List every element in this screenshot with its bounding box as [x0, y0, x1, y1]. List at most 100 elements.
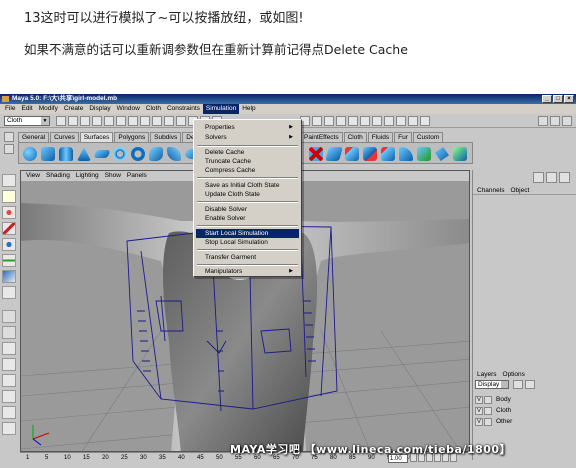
layer-name[interactable]: Other [494, 418, 575, 425]
save-scene-icon[interactable] [80, 116, 90, 126]
move-tool-icon[interactable] [2, 222, 16, 235]
tab-cloth[interactable]: Cloth [343, 132, 367, 142]
select-hierarchy-icon[interactable] [92, 116, 102, 126]
snap-view-icon[interactable] [336, 116, 346, 126]
shelf-editor-icon[interactable] [4, 144, 14, 154]
tool-settings-icon[interactable] [550, 116, 560, 126]
nurbs-plane-icon[interactable] [93, 150, 111, 158]
quick-select-icon[interactable] [408, 116, 418, 126]
channel-box-icon[interactable] [562, 116, 572, 126]
menu-edit[interactable]: Edit [18, 104, 35, 114]
mask-surfaces-icon[interactable] [164, 116, 174, 126]
layer-visibility-toggle[interactable]: V [475, 395, 483, 404]
channel-box-toggle-icon[interactable] [533, 172, 544, 183]
tab-subdivs[interactable]: Subdivs [150, 132, 182, 142]
menu-item-stop-local-simulation[interactable]: Stop Local Simulation [196, 238, 299, 247]
nurbs-cone-icon[interactable] [77, 147, 91, 161]
nurbs-cylinder-icon[interactable] [59, 147, 73, 161]
mask-joints-icon[interactable] [140, 116, 150, 126]
menu-create[interactable]: Create [61, 104, 87, 114]
menu-item-update-cloth-state[interactable]: Update Cloth State [196, 190, 299, 199]
last-tool-icon[interactable] [2, 286, 16, 299]
menu-window[interactable]: Window [114, 104, 143, 114]
tab-polygons[interactable]: Polygons [114, 132, 150, 142]
menu-item-delete-cache[interactable]: Delete Cache [196, 148, 299, 157]
layout-icon-b[interactable] [2, 358, 16, 371]
tab-painteffects[interactable]: PaintEffects [300, 132, 343, 142]
layout-icon-a[interactable] [2, 342, 16, 355]
new-layer-icon[interactable] [513, 380, 523, 389]
menu-cloth[interactable]: Cloth [143, 104, 164, 114]
tab-fur[interactable]: Fur [394, 132, 412, 142]
panel-menu-panels[interactable]: Panels [124, 171, 150, 181]
detach-surfaces-icon[interactable] [399, 147, 413, 161]
surface-trim-icon[interactable] [325, 147, 343, 161]
panel-options-icon[interactable] [559, 172, 570, 183]
close-icon[interactable]: × [564, 95, 574, 103]
delete-history-icon[interactable] [309, 147, 323, 161]
history-icon[interactable] [348, 116, 358, 126]
menu-item-compress-cache[interactable]: Compress Cache [196, 166, 299, 175]
channel-box-tab-object[interactable]: Object [510, 186, 529, 194]
panel-menu-view[interactable]: View [23, 171, 43, 181]
render-globals-icon[interactable] [384, 116, 394, 126]
menu-item-disable-solver[interactable]: Disable Solver [196, 205, 299, 214]
layer-display-select[interactable]: Display [475, 380, 509, 389]
menu-item-solvers[interactable]: Solvers ▶ [196, 133, 299, 142]
revolve-icon[interactable] [149, 147, 163, 161]
boolean-icon[interactable] [363, 147, 377, 161]
layout-icon-d[interactable] [2, 390, 16, 403]
paint-select-tool-icon[interactable] [2, 206, 16, 219]
tab-fluids[interactable]: Fluids [367, 132, 394, 142]
mask-curves-icon[interactable] [152, 116, 162, 126]
mask-handles-icon[interactable] [128, 116, 138, 126]
menu-constraints[interactable]: Constraints [164, 104, 203, 114]
select-component-icon[interactable] [116, 116, 126, 126]
mode-select[interactable]: Cloth ▼ [4, 116, 50, 126]
menu-item-save-initial-cloth-state[interactable]: Save as Initial Cloth State [196, 181, 299, 190]
rebuild-icon[interactable] [453, 147, 467, 161]
attribute-editor-icon[interactable] [538, 116, 548, 126]
layer-name[interactable]: Cloth [494, 407, 575, 414]
hypershade-icon[interactable] [396, 116, 406, 126]
panel-menu-show[interactable]: Show [102, 171, 124, 181]
layers-tab-options[interactable]: Options [503, 370, 525, 379]
render-icon[interactable] [360, 116, 370, 126]
tab-surfaces[interactable]: Surfaces [79, 132, 114, 142]
nurbs-cube-icon[interactable] [41, 147, 55, 161]
menu-item-truncate-cache[interactable]: Truncate Cache [196, 157, 299, 166]
panel-menu-shading[interactable]: Shading [43, 171, 73, 181]
open-scene-icon[interactable] [68, 116, 78, 126]
layer-display-type-toggle[interactable] [484, 417, 492, 426]
align-surfaces-icon[interactable] [417, 147, 431, 161]
nurbs-torus-icon[interactable] [113, 147, 127, 161]
tab-curves[interactable]: Curves [50, 132, 79, 142]
layer-display-type-toggle[interactable] [484, 406, 492, 415]
channel-box-tab-channels[interactable]: Channels [477, 186, 504, 194]
snap-curve-icon[interactable] [312, 116, 322, 126]
layer-row-cloth[interactable]: V Cloth [475, 405, 575, 416]
input-line-icon[interactable] [420, 116, 430, 126]
layer-visibility-toggle[interactable]: V [475, 417, 483, 426]
layer-display-type-toggle[interactable] [484, 395, 492, 404]
menu-modify[interactable]: Modify [36, 104, 61, 114]
open-close-icon[interactable] [435, 147, 449, 161]
loft-icon[interactable] [167, 147, 181, 161]
layer-editor-toggle-icon[interactable] [546, 172, 557, 183]
layout-icon-c[interactable] [2, 374, 16, 387]
menu-item-transfer-garment[interactable]: Transfer Garment [196, 253, 299, 262]
layer-name[interactable]: Body [494, 396, 575, 403]
select-tool-icon[interactable] [2, 174, 16, 187]
menu-item-start-local-simulation[interactable]: Start Local Simulation [196, 229, 299, 238]
shelf-menu-icon[interactable] [4, 132, 14, 142]
attach-surfaces-icon[interactable] [381, 147, 395, 161]
layer-row-other[interactable]: V Other [475, 416, 575, 427]
mask-deform-icon[interactable] [176, 116, 186, 126]
menu-item-properties[interactable]: Properties ▶ [196, 123, 299, 132]
new-layer-from-selection-icon[interactable] [525, 380, 535, 389]
layout-icon-f[interactable] [2, 422, 16, 435]
menu-help[interactable]: Help [239, 104, 258, 114]
layer-row-body[interactable]: V Body [475, 394, 575, 405]
scale-tool-icon[interactable] [2, 254, 16, 267]
minimize-icon[interactable]: _ [542, 95, 552, 103]
